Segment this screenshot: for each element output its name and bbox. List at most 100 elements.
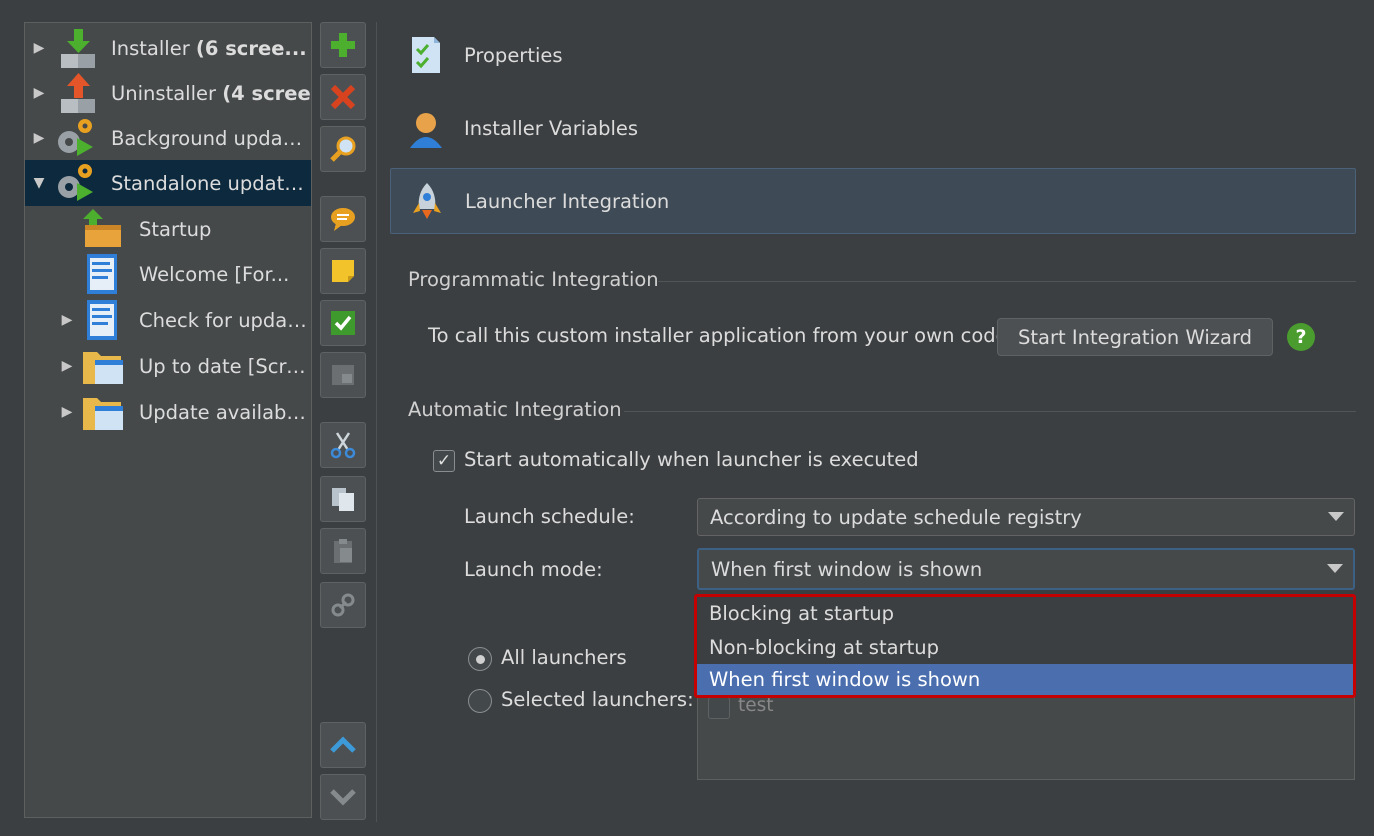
launch-schedule-label: Launch schedule: xyxy=(464,505,635,528)
dropdown-option-non-blocking[interactable]: Non-blocking at startup xyxy=(697,631,1353,664)
screen-icon xyxy=(87,254,117,294)
expand-arrow-icon[interactable]: ▶ xyxy=(31,85,47,101)
user-icon xyxy=(410,113,442,148)
tree-item-installer[interactable]: ▶ Installer (6 scree... xyxy=(25,25,311,71)
tree-item-up-to-date[interactable]: ▶ Up to date [Scre... xyxy=(25,343,311,389)
tree-item-background-update[interactable]: ▶ Background update... xyxy=(25,115,311,161)
tree-label: Welcome [For... xyxy=(139,262,290,286)
nav-launcher-integration[interactable]: Launcher Integration xyxy=(390,168,1356,234)
collapse-arrow-icon[interactable]: ▼ xyxy=(31,175,47,191)
startup-box-icon xyxy=(83,209,121,247)
upload-arrow-icon xyxy=(61,73,95,113)
expand-arrow-icon[interactable]: ▶ xyxy=(31,40,47,56)
folder-icon xyxy=(332,365,354,385)
launch-mode-label: Launch mode: xyxy=(464,558,603,581)
comment-button[interactable] xyxy=(320,196,366,242)
start-integration-wizard-button[interactable]: Start Integration Wizard xyxy=(997,318,1273,356)
expand-arrow-icon[interactable]: ▶ xyxy=(31,130,47,146)
cut-icon xyxy=(330,432,356,459)
tree-label-count: (6 scree... xyxy=(195,36,307,60)
move-up-button[interactable] xyxy=(320,722,366,768)
help-icon[interactable]: ? xyxy=(1287,323,1315,351)
tree-item-check-for-updates[interactable]: ▶ Check for updat... xyxy=(25,297,311,343)
note-button[interactable] xyxy=(320,248,366,294)
launch-mode-select[interactable]: When first window is shown xyxy=(697,548,1355,590)
tree-item-startup[interactable]: Startup xyxy=(25,206,311,252)
installer-tree[interactable]: ▶ Installer (6 scree... ▶ Uninstaller (4… xyxy=(24,22,312,818)
note-icon xyxy=(332,260,354,282)
nav-label: Launcher Integration xyxy=(465,189,670,213)
copy-icon xyxy=(332,488,354,511)
nav-label: Installer Variables xyxy=(464,116,639,140)
link-icon xyxy=(331,593,355,617)
nav-installer-variables[interactable]: Installer Variables xyxy=(390,95,1356,161)
comment-icon xyxy=(331,208,355,231)
properties-icon xyxy=(412,37,440,73)
paste-icon xyxy=(334,539,352,563)
tree-item-standalone-update[interactable]: ▼ Standalone update ... xyxy=(25,160,311,206)
tree-label: Check for updat... xyxy=(139,308,309,332)
copy-button[interactable] xyxy=(320,476,366,522)
section-divider xyxy=(624,411,1356,412)
selected-launchers-label: Selected launchers: xyxy=(501,688,694,711)
dropdown-option-blocking[interactable]: Blocking at startup xyxy=(697,597,1353,630)
nav-properties[interactable]: Properties xyxy=(390,22,1356,88)
check-icon xyxy=(331,311,355,335)
rocket-icon xyxy=(413,183,441,219)
tree-label: Uninstaller xyxy=(111,81,223,105)
gears-play-icon xyxy=(58,119,93,156)
move-down-button[interactable] xyxy=(320,774,366,820)
launch-schedule-value: According to update schedule registry xyxy=(710,505,1082,529)
screen-icon xyxy=(87,300,117,340)
expand-arrow-icon[interactable]: ▶ xyxy=(59,312,75,328)
tree-label: Startup xyxy=(139,217,212,241)
add-icon xyxy=(331,33,355,57)
delete-icon xyxy=(330,84,356,110)
launch-mode-dropdown[interactable]: Blocking at startup Non-blocking at star… xyxy=(694,594,1356,698)
cut-button[interactable] xyxy=(320,422,366,468)
move-up-icon xyxy=(330,736,356,753)
gears-play-icon xyxy=(58,164,93,201)
tree-item-uninstaller[interactable]: ▶ Uninstaller (4 scree... xyxy=(25,70,311,116)
start-automatically-checkbox[interactable]: ✓ xyxy=(433,450,455,472)
tree-label: Up to date [Scre... xyxy=(139,354,309,378)
tree-label-count: (4 scree... xyxy=(222,81,311,105)
link-button[interactable] xyxy=(320,582,366,628)
all-launchers-label: All launchers xyxy=(501,646,627,669)
folder-button[interactable] xyxy=(320,352,366,398)
nav-label: Properties xyxy=(464,43,563,67)
check-button[interactable] xyxy=(320,300,366,346)
tree-item-update-available[interactable]: ▶ Update available... xyxy=(25,389,311,435)
add-button[interactable] xyxy=(320,22,366,68)
download-arrow-icon xyxy=(61,29,95,68)
tree-item-welcome[interactable]: Welcome [For... xyxy=(25,251,311,297)
launch-schedule-select[interactable]: According to update schedule registry xyxy=(697,498,1355,536)
radio-dot xyxy=(475,654,485,664)
expand-arrow-icon[interactable]: ▶ xyxy=(59,404,75,420)
folder-window-icon xyxy=(83,352,123,384)
tree-label: Standalone update ... xyxy=(111,171,307,195)
chevron-down-icon xyxy=(1327,564,1343,573)
launch-mode-value: When first window is shown xyxy=(711,557,983,581)
section-divider xyxy=(658,281,1356,282)
search-icon xyxy=(330,136,356,162)
expand-arrow-icon[interactable]: ▶ xyxy=(59,358,75,374)
tree-label: Background update... xyxy=(111,126,307,150)
move-down-icon xyxy=(330,789,356,806)
search-button[interactable] xyxy=(320,126,366,172)
selected-launchers-radio[interactable] xyxy=(468,689,492,713)
tree-label: Update available... xyxy=(139,400,309,424)
automatic-section-title: Automatic Integration xyxy=(408,398,622,421)
launcher-item-label: test xyxy=(738,695,774,716)
delete-button[interactable] xyxy=(320,74,366,120)
start-automatically-label: Start automatically when launcher is exe… xyxy=(464,448,919,471)
paste-button[interactable] xyxy=(320,528,366,574)
dropdown-option-first-window[interactable]: When first window is shown xyxy=(697,664,1353,695)
programmatic-description: To call this custom installer applicatio… xyxy=(428,324,1015,347)
tree-label: Installer xyxy=(111,36,196,60)
launcher-checkbox[interactable] xyxy=(708,697,730,719)
all-launchers-radio[interactable] xyxy=(468,647,492,671)
launcher-list[interactable]: test xyxy=(697,690,1355,780)
chevron-down-icon xyxy=(1328,512,1344,521)
programmatic-section-title: Programmatic Integration xyxy=(408,268,659,291)
